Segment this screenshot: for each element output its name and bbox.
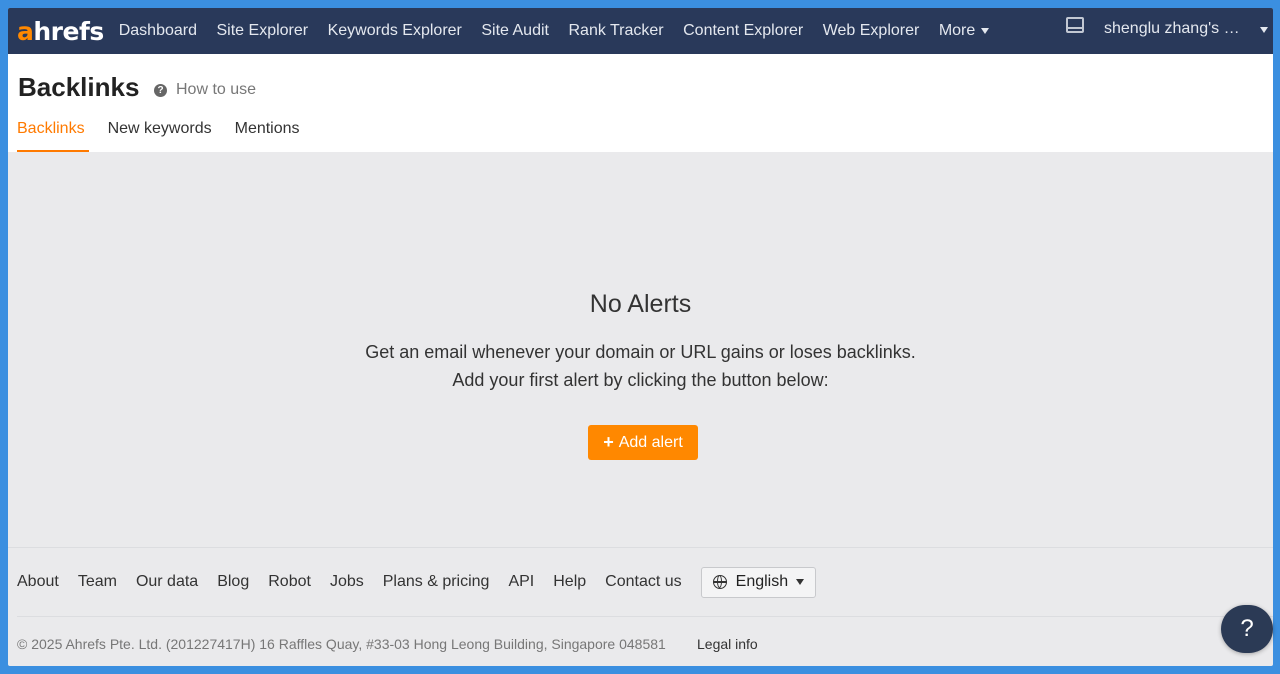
tab-new-keywords[interactable]: New keywords [108, 120, 212, 152]
nav-items: Dashboard Site Explorer Keywords Explore… [119, 22, 1009, 40]
empty-state-title: No Alerts [589, 290, 692, 318]
footer-link-help[interactable]: Help [553, 573, 586, 591]
how-to-use-label: How to use [176, 81, 257, 98]
footer-links: About Team Our data Blog Robot Jobs Plan… [17, 566, 817, 598]
how-to-use-link[interactable]: ? How to use [154, 81, 256, 99]
question-circle-icon: ? [154, 83, 167, 97]
empty-state-description: Get an email whenever your domain or URL… [8, 338, 1273, 394]
nav-more-menu[interactable]: More [938, 22, 990, 40]
ahrefs-logo[interactable]: ahrefs [17, 19, 104, 44]
language-select[interactable]: English [700, 566, 817, 598]
tab-mentions[interactable]: Mentions [235, 120, 300, 152]
chevron-down-icon [796, 579, 805, 585]
footer-link-team[interactable]: Team [78, 573, 117, 591]
footer-link-blog[interactable]: Blog [217, 573, 249, 591]
nav-more-label: More [938, 22, 976, 39]
help-chat-button[interactable]: ? [1221, 605, 1273, 653]
page-title: Backlinks [18, 72, 140, 102]
page-header: Backlinks ? How to use Backlinks New key… [8, 54, 1273, 152]
account-menu[interactable]: shenglu zhang's … [1104, 20, 1240, 38]
footer-link-api[interactable]: API [508, 573, 534, 591]
tab-bar: Backlinks New keywords Mentions [17, 120, 323, 152]
footer-link-plans-pricing[interactable]: Plans & pricing [383, 573, 490, 591]
add-alert-label: Add alert [618, 433, 683, 451]
inbox-icon[interactable] [1066, 17, 1084, 33]
chevron-down-icon [981, 28, 990, 34]
footer-divider-2 [17, 616, 1273, 617]
tab-backlinks[interactable]: Backlinks [17, 120, 89, 152]
footer-link-contact-us[interactable]: Contact us [605, 573, 681, 591]
browser-frame: ahrefs Dashboard Site Explorer Keywords … [8, 8, 1273, 666]
footer-link-our-data[interactable]: Our data [136, 573, 198, 591]
nav-keywords-explorer[interactable]: Keywords Explorer [328, 22, 462, 40]
add-alert-button[interactable]: + Add alert [588, 425, 698, 460]
logo-letter-a: a [17, 16, 34, 46]
nav-rank-tracker[interactable]: Rank Tracker [568, 22, 663, 40]
empty-state-line-2: Add your first alert by clicking the but… [452, 370, 829, 390]
nav-site-explorer[interactable]: Site Explorer [217, 22, 309, 40]
top-navigation-bar: ahrefs Dashboard Site Explorer Keywords … [8, 8, 1273, 54]
language-label: English [735, 573, 789, 590]
footer-link-robot[interactable]: Robot [268, 573, 311, 591]
logo-text: hrefs [33, 16, 104, 46]
empty-state-line-1: Get an email whenever your domain or URL… [365, 342, 916, 362]
footer-divider [8, 547, 1273, 548]
empty-state: No Alerts Get an email whenever your dom… [8, 152, 1273, 547]
globe-icon [712, 575, 727, 589]
copyright-text: © 2025 Ahrefs Pte. Ltd. (201227417H) 16 … [17, 636, 666, 652]
nav-web-explorer[interactable]: Web Explorer [823, 22, 920, 40]
account-chevron-down-icon[interactable] [1260, 27, 1268, 33]
nav-site-audit[interactable]: Site Audit [481, 22, 549, 40]
footer-link-jobs[interactable]: Jobs [330, 573, 364, 591]
footer-link-about[interactable]: About [17, 573, 59, 591]
legal-info-link[interactable]: Legal info [697, 636, 758, 652]
nav-dashboard[interactable]: Dashboard [119, 22, 197, 40]
nav-content-explorer[interactable]: Content Explorer [683, 22, 803, 40]
plus-icon: + [603, 432, 614, 452]
